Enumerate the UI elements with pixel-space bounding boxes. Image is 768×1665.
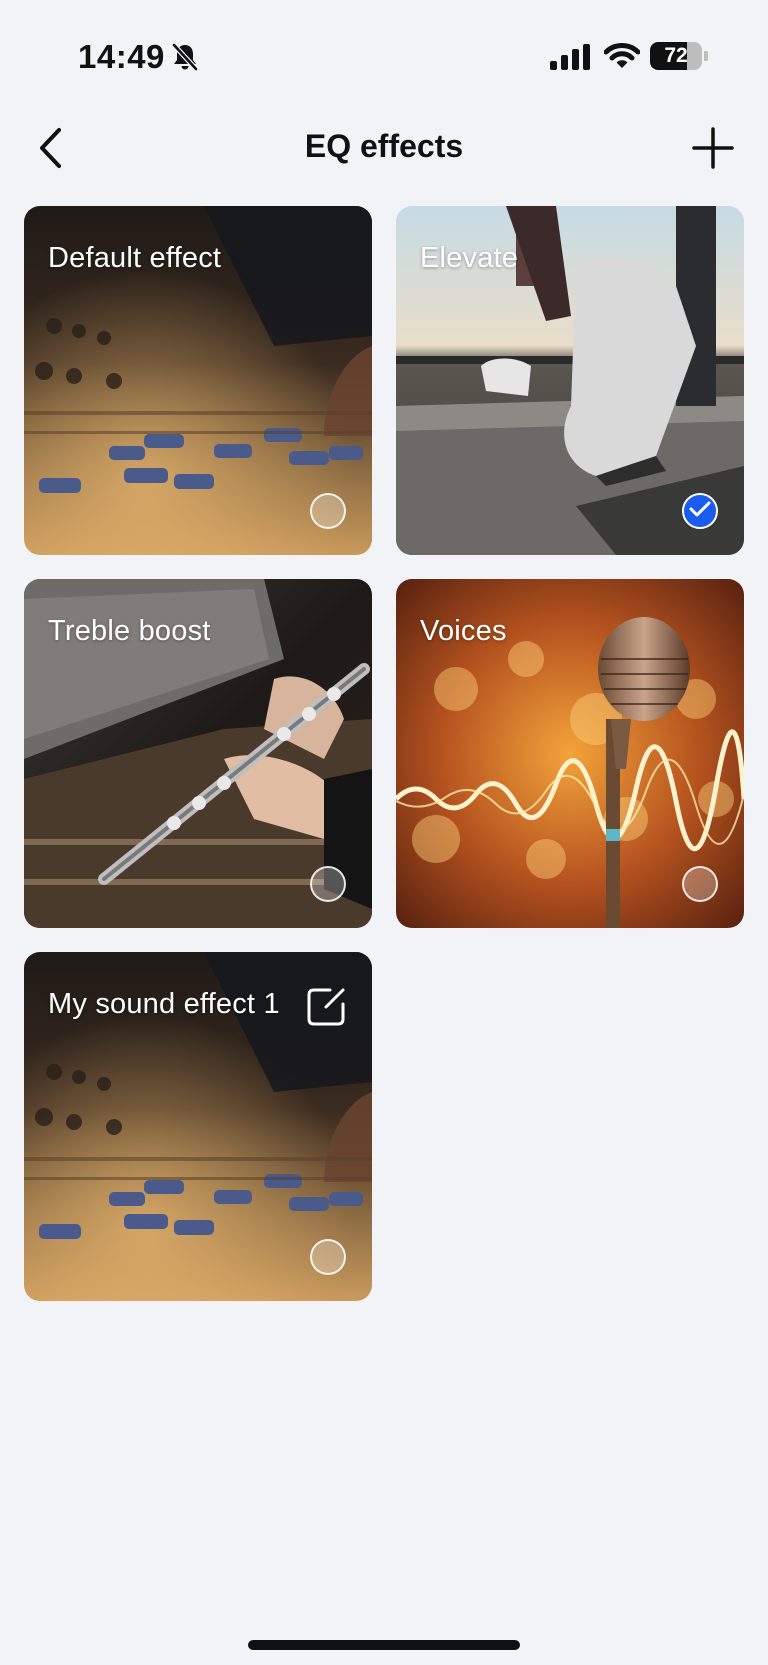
plus-icon xyxy=(692,126,734,174)
effect-card-default[interactable]: Default effect xyxy=(24,206,372,555)
select-radio[interactable] xyxy=(310,866,346,902)
effect-card-voices[interactable]: Voices xyxy=(396,579,744,928)
status-time: 14:49 xyxy=(78,38,199,76)
page-title: EQ effects xyxy=(304,128,464,164)
edit-icon[interactable] xyxy=(306,986,348,1028)
battery-percent: 72 xyxy=(664,44,688,67)
checkmark-icon xyxy=(689,500,711,523)
select-radio[interactable] xyxy=(682,866,718,902)
effect-card-elevate[interactable]: Elevate xyxy=(396,206,744,555)
battery-icon: 72 xyxy=(650,42,702,70)
bell-slash-icon xyxy=(171,42,199,72)
signal-bars-icon xyxy=(550,44,590,75)
effects-grid: Default effect Elevate Treble boost Voic… xyxy=(24,206,744,1301)
effect-label: Elevate xyxy=(420,242,519,274)
effect-label: Default effect xyxy=(48,242,222,274)
wifi-icon xyxy=(603,42,641,75)
effect-label: My sound effect 1 xyxy=(48,988,280,1020)
effect-label: Treble boost xyxy=(48,615,211,647)
effect-label: Voices xyxy=(420,615,507,647)
select-radio[interactable] xyxy=(310,493,346,529)
effect-card-treble-boost[interactable]: Treble boost xyxy=(24,579,372,928)
add-effect-button[interactable] xyxy=(688,122,738,178)
home-indicator[interactable] xyxy=(248,1640,520,1650)
status-bar: 14:49 72 xyxy=(0,0,768,100)
effect-card-my-sound-effect-1[interactable]: My sound effect 1 xyxy=(24,952,372,1301)
select-radio[interactable] xyxy=(310,1239,346,1275)
select-radio-checked[interactable] xyxy=(682,493,718,529)
clock-text: 14:49 xyxy=(78,38,165,75)
battery-cap xyxy=(704,51,708,61)
